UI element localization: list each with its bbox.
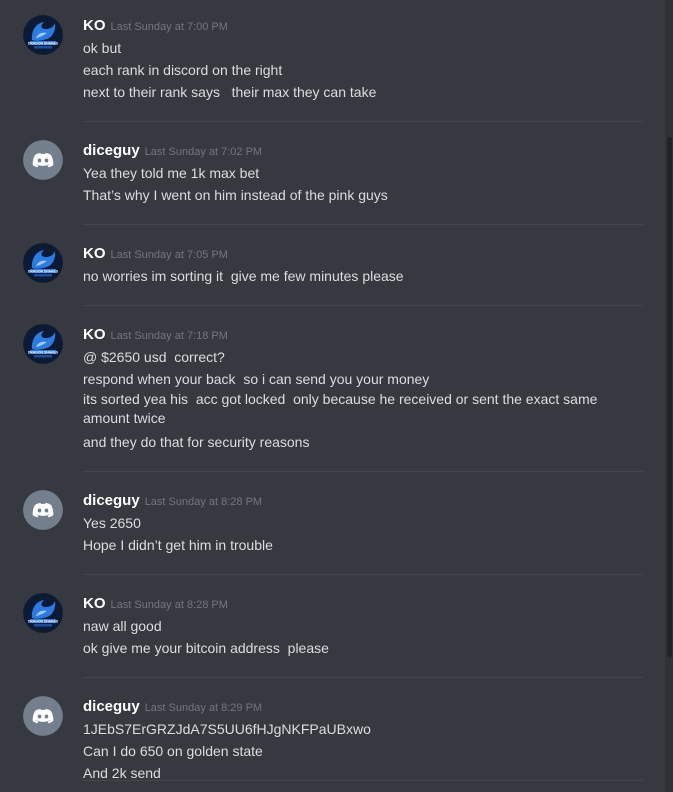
discord-logo-icon: [23, 490, 63, 530]
avatar-ko[interactable]: DRAGON SNAKES: [23, 593, 63, 633]
timestamp: Last Sunday at 8:28 PM: [144, 496, 263, 508]
message-text: naw all good: [83, 618, 162, 634]
author-name[interactable]: diceguy: [83, 142, 140, 159]
timestamp: Last Sunday at 7:02 PM: [144, 146, 263, 158]
avatar-diceguy[interactable]: [23, 696, 63, 736]
message-content: KO Last Sunday at 8:28 PM naw all good ok…: [83, 593, 643, 659]
message-divider: [83, 121, 643, 122]
avatar-ko[interactable]: DRAGON SNAKES: [23, 324, 63, 364]
message-content: KO Last Sunday at 7:00 PM ok but each ran…: [83, 15, 643, 103]
message-divider: [83, 471, 643, 472]
dragon-logo-icon: DRAGON SNAKES: [23, 593, 63, 633]
message-content: KO Last Sunday at 7:05 PM no worries im s…: [83, 243, 643, 287]
message-content: diceguy Last Sunday at 7:02 PM Yea they t…: [83, 140, 643, 206]
message-text: ok give me your bitcoin address please: [83, 640, 329, 656]
avatar-ko[interactable]: DRAGON SNAKES: [23, 243, 63, 283]
author-name[interactable]: diceguy: [83, 698, 140, 715]
message-text: next to their rank says their max they c…: [83, 84, 377, 100]
author-name[interactable]: KO: [83, 326, 106, 343]
message-text: respond when your back so i can send you…: [83, 371, 430, 387]
dragon-logo-icon: DRAGON SNAKES: [23, 324, 63, 364]
dragon-logo-icon: DRAGON SNAKES: [23, 15, 63, 55]
avatar-diceguy[interactable]: [23, 140, 63, 180]
author-name[interactable]: KO: [83, 245, 106, 262]
message-text: Yes 2650: [83, 515, 141, 531]
message-divider: [83, 224, 643, 225]
message-divider: [83, 677, 643, 678]
message-divider: [83, 780, 643, 781]
message-text: That’s why I went on him instead of the …: [83, 187, 388, 203]
message-text: each rank in discord on the right: [83, 62, 283, 78]
message-content: KO Last Sunday at 7:18 PM @ $2650 usd cor…: [83, 324, 643, 453]
svg-text:DRAGON SNAKES: DRAGON SNAKES: [28, 350, 59, 354]
message-divider: [83, 574, 643, 575]
scrollbar-thumb[interactable]: [667, 137, 672, 657]
dragon-logo-icon: DRAGON SNAKES: [23, 243, 63, 283]
timestamp: Last Sunday at 7:18 PM: [110, 330, 228, 342]
avatar-diceguy[interactable]: [23, 490, 63, 530]
message-text: ok but: [83, 40, 122, 56]
svg-text:DRAGON SNAKES: DRAGON SNAKES: [28, 269, 59, 273]
author-name[interactable]: KO: [83, 595, 106, 612]
message-text: and they do that for security reasons: [83, 434, 310, 450]
timestamp: Last Sunday at 7:05 PM: [110, 249, 228, 261]
message-divider: [83, 305, 643, 306]
message-text: Can I do 650 on golden state: [83, 743, 263, 759]
discord-logo-icon: [23, 140, 63, 180]
message-text: no worries im sorting it give me few min…: [83, 268, 404, 284]
timestamp: Last Sunday at 7:00 PM: [110, 21, 228, 33]
message-text: Hope I didn’t get him in trouble: [83, 537, 273, 553]
svg-text:DRAGON SNAKES: DRAGON SNAKES: [28, 41, 59, 45]
message-text: 1JEbS7ErGRZJdA7S5UU6fHJgNKFPaUBxwo: [83, 721, 371, 737]
message-text: Yea they told me 1k max bet: [83, 165, 260, 181]
message-text: @ $2650 usd correct?: [83, 349, 225, 365]
scrollbar-track[interactable]: [665, 0, 673, 792]
timestamp: Last Sunday at 8:29 PM: [144, 702, 263, 714]
chat-messages-area: DRAGON SNAKES KO Last Sunday at 7:00 PM o…: [0, 0, 673, 792]
timestamp: Last Sunday at 8:28 PM: [110, 599, 228, 611]
svg-text:DRAGON SNAKES: DRAGON SNAKES: [28, 619, 59, 623]
author-name[interactable]: KO: [83, 17, 106, 34]
message-text: its sorted yea his acc got locked only b…: [83, 391, 602, 426]
author-name[interactable]: diceguy: [83, 492, 140, 509]
avatar-ko[interactable]: DRAGON SNAKES: [23, 15, 63, 55]
message-content: diceguy Last Sunday at 8:29 PM 1JEbS7ErGR…: [83, 696, 643, 784]
discord-logo-icon: [23, 696, 63, 736]
message-content: diceguy Last Sunday at 8:28 PM Yes 2650 H…: [83, 490, 643, 556]
